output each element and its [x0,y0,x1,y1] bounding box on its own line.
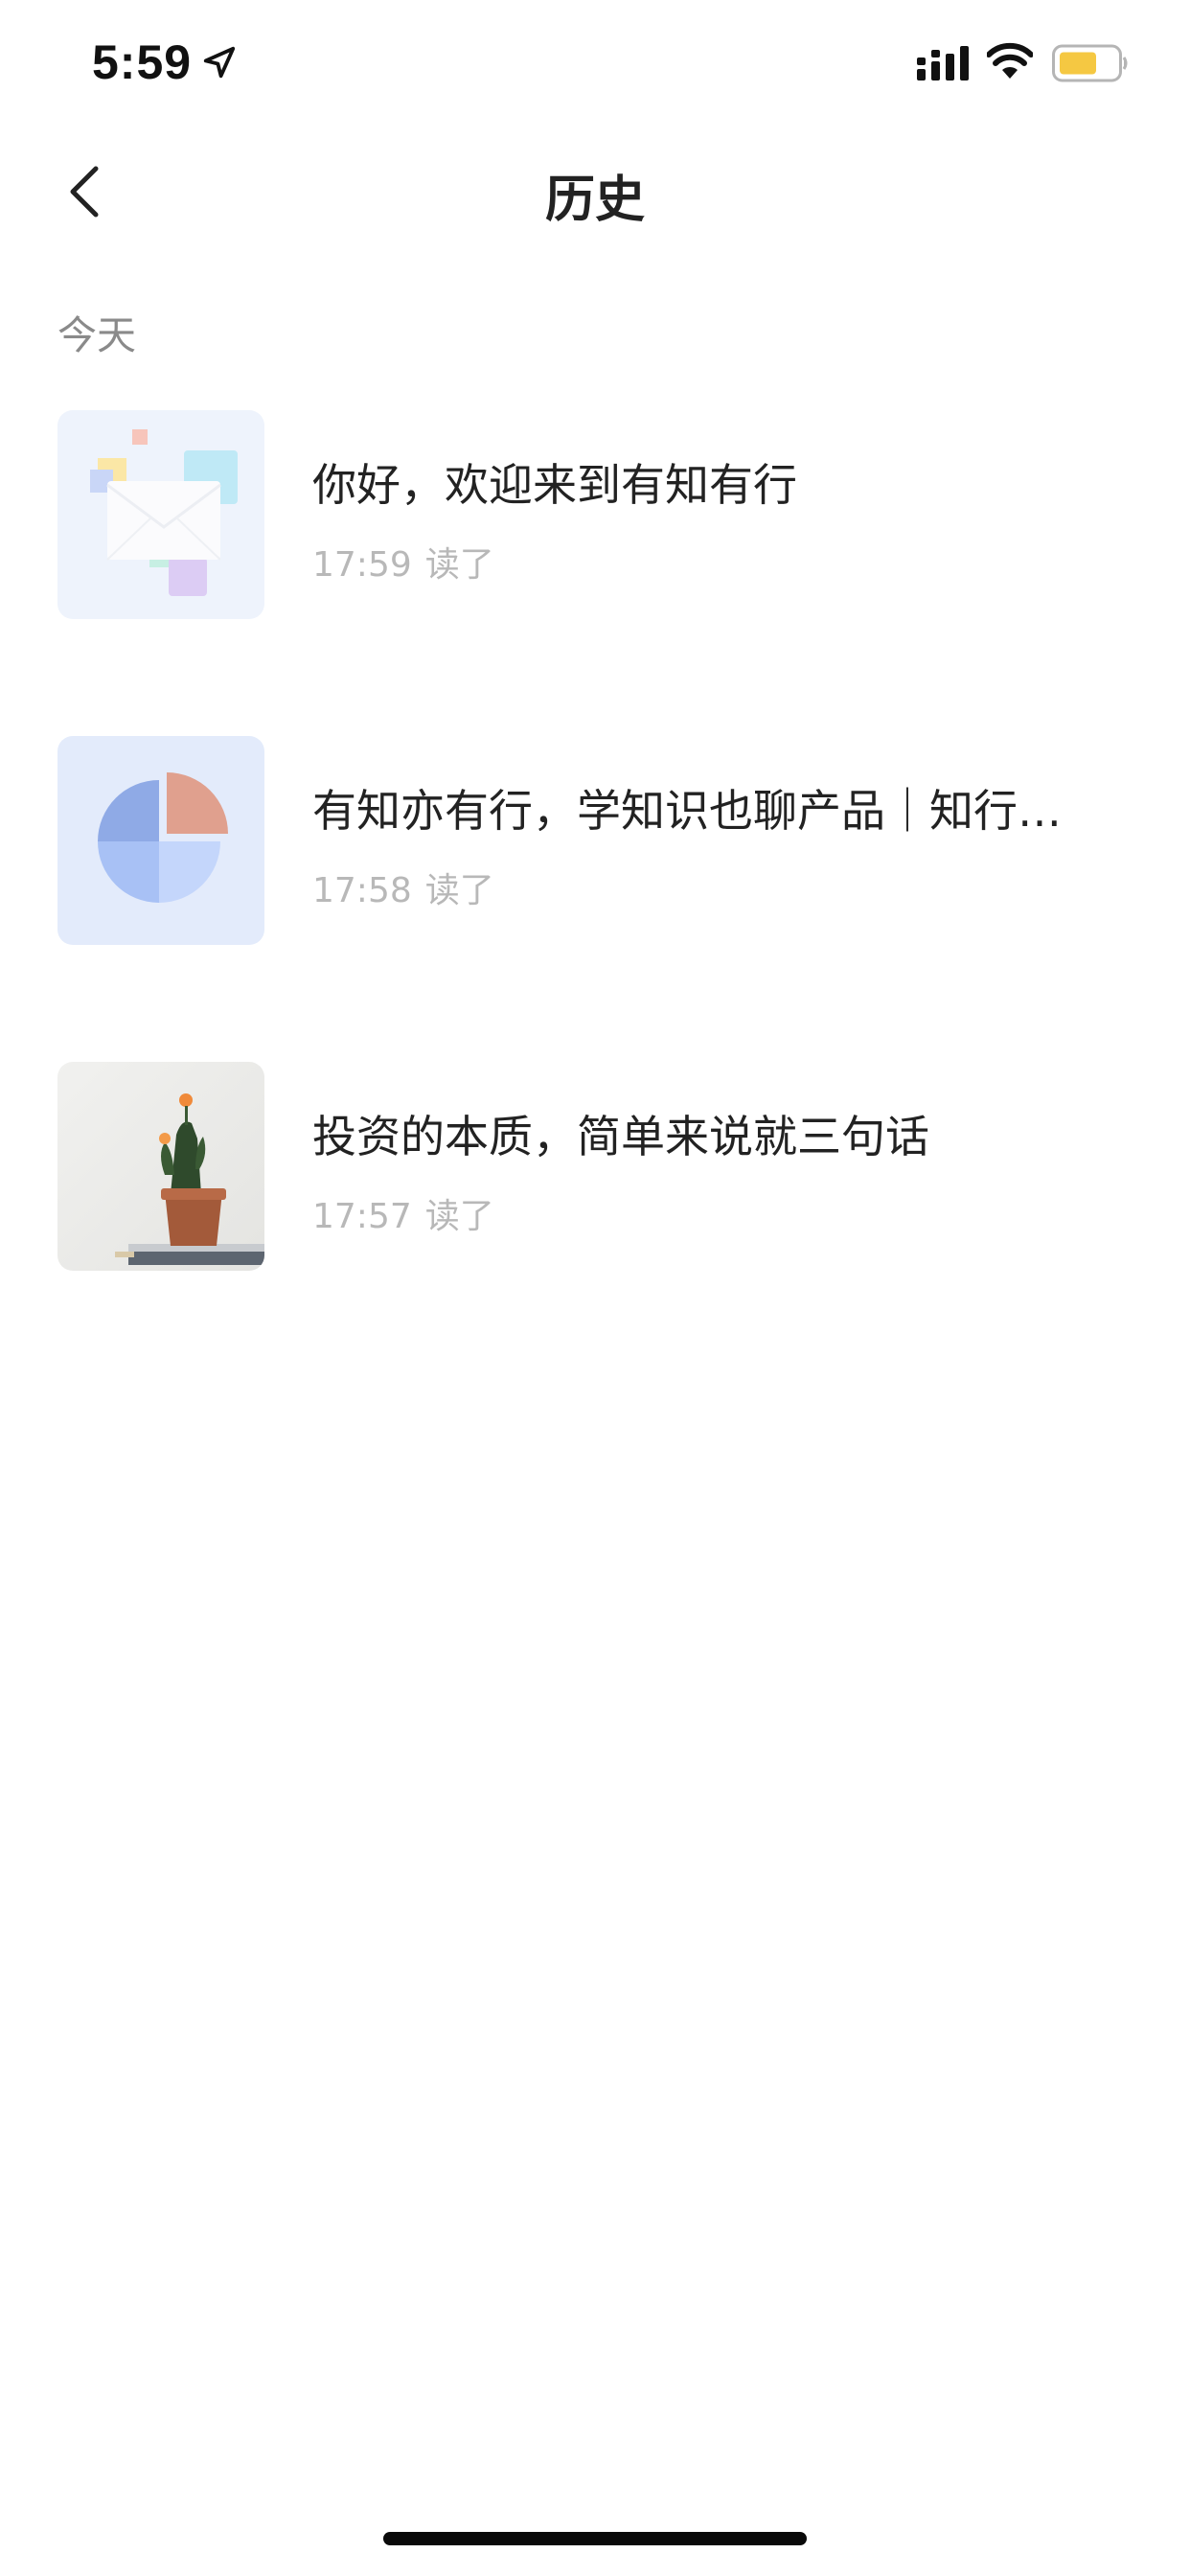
history-screen: 5:59 历史 今天 你好，欢迎来到有知有行 17:59 读了 有知亦有行，学知… [0,0,1190,2576]
history-item[interactable]: 有知亦有行，学知识也聊产品｜知行小酒馆 17:58 读了 [0,736,1190,947]
envelope-illustration-thumbnail [57,410,264,619]
history-item-status: 读了 [424,1197,494,1236]
history-item-meta: 17:59 读了 [312,537,494,586]
history-item-status: 读了 [424,871,494,910]
history-item-time: 17:59 [312,545,412,585]
history-item[interactable]: 你好，欢迎来到有知有行 17:59 读了 [0,410,1190,621]
history-item-time: 17:58 [312,871,412,910]
status-time: 5:59 [92,35,193,89]
history-item-meta: 17:57 读了 [312,1188,494,1238]
history-item-title: 投资的本质，简单来说就三句话 [312,1111,929,1162]
status-bar: 5:59 [0,0,1190,134]
signal-icon [917,46,969,80]
wifi-icon [987,42,1033,79]
location-arrow-icon [203,46,236,79]
home-indicator[interactable] [383,2532,807,2545]
nav-bar: 历史 [0,134,1190,249]
history-item-time: 17:57 [312,1197,412,1236]
section-label-today: 今天 [57,312,136,358]
history-item-status: 读了 [424,545,494,585]
history-item[interactable]: 投资的本质，简单来说就三句话 17:57 读了 [0,1062,1190,1273]
battery-icon [1052,44,1128,82]
history-item-title: 你好，欢迎来到有知有行 [312,459,797,511]
history-item-title: 有知亦有行，学知识也聊产品｜知行小酒馆 [312,785,1098,837]
page-title: 历史 [544,172,645,229]
history-item-meta: 17:58 读了 [312,862,494,912]
pie-chart-illustration-thumbnail [57,736,264,945]
cactus-photo-thumbnail [57,1062,264,1271]
